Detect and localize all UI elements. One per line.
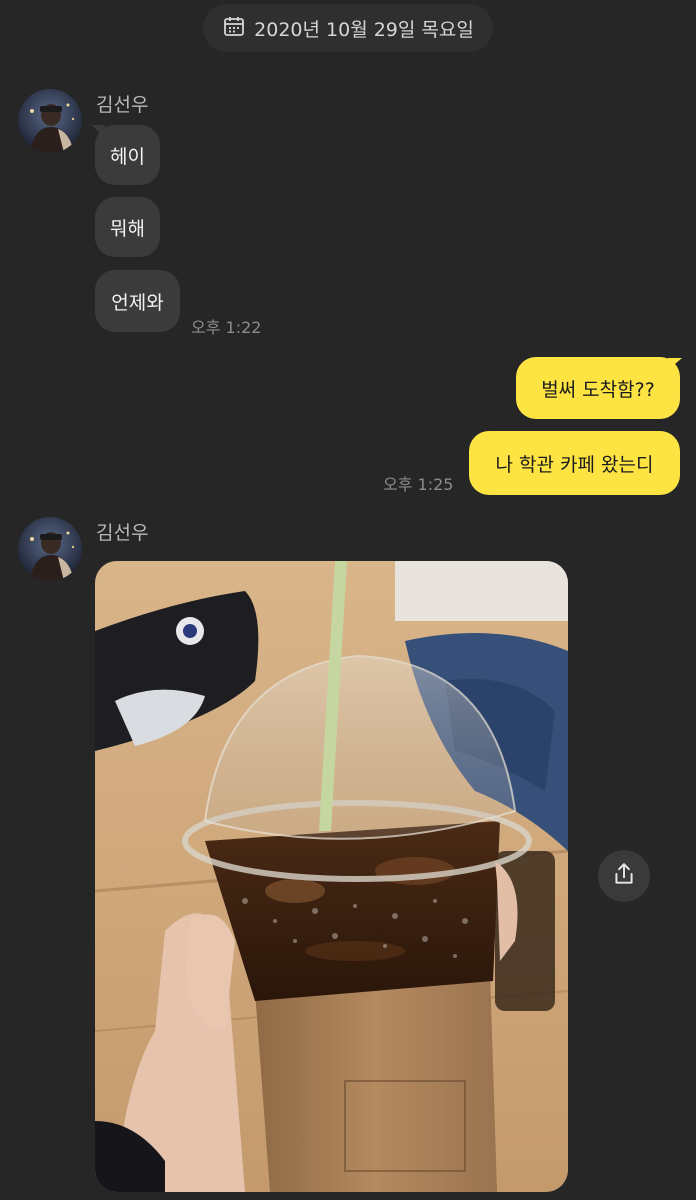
- avatar[interactable]: [18, 517, 82, 581]
- date-text: 2020년 10월 29일 목요일: [254, 18, 474, 41]
- message-bubble[interactable]: 벌써 도착함??: [516, 357, 680, 419]
- message-bubble[interactable]: 나 학관 카페 왔는디: [469, 431, 680, 495]
- message-bubble[interactable]: 언제와: [95, 270, 180, 332]
- message-bubble[interactable]: 뭐해: [95, 197, 160, 257]
- sender-name: 김선우: [96, 94, 149, 116]
- calendar-icon: [222, 14, 246, 43]
- message-time: 오후 1:22: [191, 318, 262, 337]
- share-icon: [611, 861, 637, 891]
- photo-message[interactable]: [95, 561, 568, 1192]
- sender-name: 김선우: [96, 522, 149, 544]
- message-time: 오후 1:25: [383, 475, 454, 494]
- message-bubble[interactable]: 헤이: [95, 125, 160, 185]
- date-divider: 2020년 10월 29일 목요일: [203, 4, 493, 52]
- chat-screen: 2020년 10월 29일 목요일 김선우 헤이 뭐해 언제와 오후 1:22: [0, 0, 696, 1200]
- avatar[interactable]: [18, 89, 82, 153]
- share-button[interactable]: [598, 850, 650, 902]
